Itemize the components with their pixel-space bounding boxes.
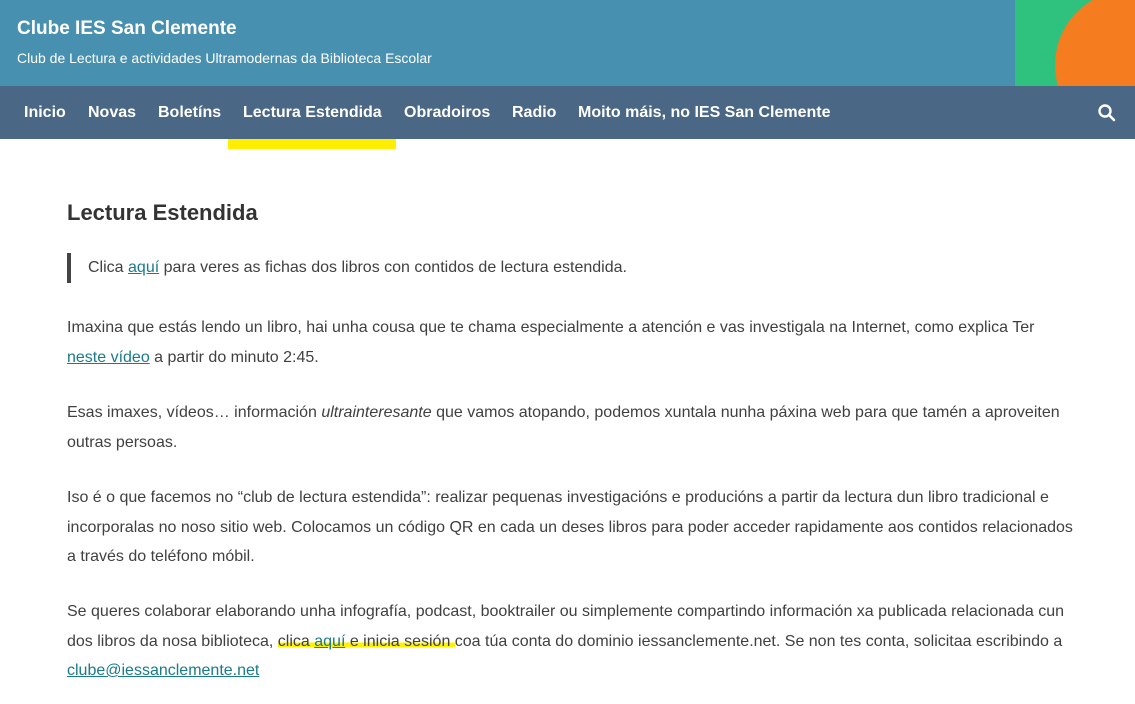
email-link[interactable]: clube@iessanclemente.net (67, 662, 259, 679)
neste-video-link[interactable]: neste vídeo (67, 349, 150, 366)
p4-aqui-link[interactable]: aquí (314, 632, 346, 650)
p1-text-after: a partir do minuto 2:45. (149, 348, 319, 366)
quote-text-after: para veres as fichas dos libros con cont… (159, 259, 627, 276)
nav-item-radio[interactable]: Radio (512, 86, 556, 139)
nav-item-lectura-estendida[interactable]: Lectura Estendida (243, 86, 382, 139)
site-title[interactable]: Clube IES San Clemente (17, 18, 237, 40)
nav-item-moito-mais[interactable]: Moito máis, no IES San Clemente (578, 86, 831, 139)
paragraph-imaxina: Imaxina que estás lendo un libro, hai un… (67, 313, 1077, 372)
search-icon[interactable] (1097, 103, 1117, 123)
active-nav-highlight (228, 139, 396, 149)
quote-text-before: Clica (88, 259, 129, 276)
paragraph-iso-e: Iso é o que facemos no “club de lectura … (67, 489, 1073, 565)
page-title: Lectura Estendida (67, 200, 258, 225)
site-description: Club de Lectura e actividades Ultramoder… (17, 50, 432, 66)
paragraph-esas-imaxes: Esas imaxes, vídeos… información ultrain… (67, 398, 1077, 457)
intro-blockquote: Clica aquí para veres as fichas dos libr… (67, 253, 627, 283)
main-navigation: Inicio Novas Boletíns Lectura Estendida … (0, 86, 1135, 139)
nav-item-boletins[interactable]: Boletíns (158, 86, 221, 139)
p2-emphasis: ultrainteresante (321, 404, 432, 421)
paragraph-se-queres: Se queres colaborar elaborando unha info… (67, 597, 1077, 686)
p4-highlight-inicia-sesion: e inicia sesión (345, 632, 455, 650)
p1-text-before: Imaxina que estás lendo un libro, hai un… (67, 319, 1035, 336)
nav-item-obradoiros[interactable]: Obradoiros (404, 86, 490, 139)
site-header: Clube IES San Clemente Club de Lectura e… (0, 0, 1135, 86)
nav-item-novas[interactable]: Novas (88, 86, 136, 139)
p2-text-before: Esas imaxes, vídeos… información (67, 404, 322, 421)
header-decoration (1015, 0, 1135, 86)
nav-item-inicio[interactable]: Inicio (24, 86, 66, 139)
p4-text-mid: coa túa conta do dominio iessanclemente.… (454, 632, 1063, 650)
p4-highlight-clica: clica (277, 632, 315, 650)
quote-aqui-link[interactable]: aquí (128, 259, 159, 276)
